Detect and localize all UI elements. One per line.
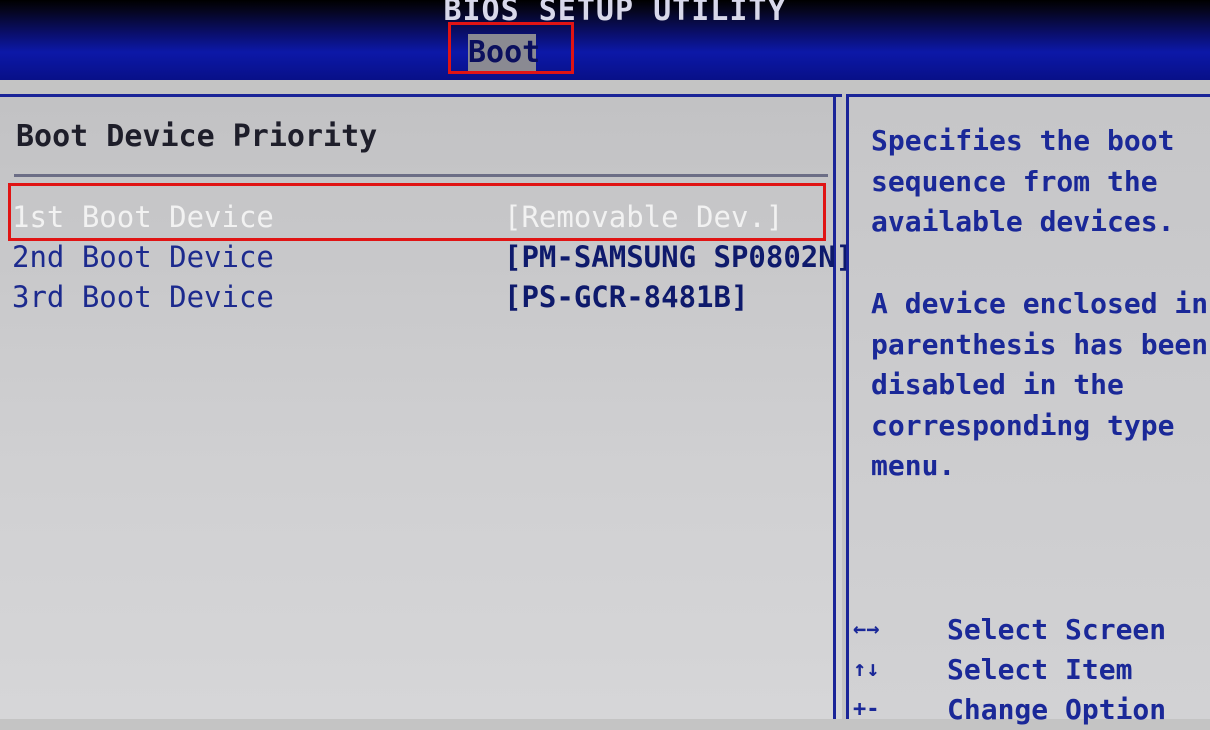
help-note: A device enclosed in parenthesis has bee… xyxy=(871,287,1209,482)
boot-device-label: 3rd Boot Device xyxy=(12,280,274,314)
boot-device-value[interactable]: [PM-SAMSUNG SP0802N] xyxy=(504,237,853,277)
key-hint-select-screen: ←→ Select Screen xyxy=(853,610,1209,650)
boot-device-value[interactable]: [PS-GCR-8481B] xyxy=(504,277,748,317)
help-description: Specifies the boot sequence from the ava… xyxy=(871,124,1175,238)
utility-title: BIOS SETUP UTILITY xyxy=(443,0,787,28)
key-hint-label: Select Item xyxy=(947,653,1133,686)
key-hint-select-item: ↑↓ Select Item xyxy=(853,650,1209,690)
boot-device-row-2[interactable]: 2nd Boot Device [PM-SAMSUNG SP0802N] xyxy=(12,237,853,277)
boot-device-label: 2nd Boot Device xyxy=(12,240,274,274)
help-panel: Specifies the boot sequence from the ava… xyxy=(846,94,1210,726)
up-down-arrows-icon: ↑↓ xyxy=(853,657,880,682)
boot-device-row-3[interactable]: 3rd Boot Device [PS-GCR-8481B] xyxy=(12,277,822,317)
section-title: Boot Device Priority xyxy=(16,119,378,154)
title-bar: BIOS SETUP UTILITY Boot xyxy=(0,0,1210,80)
left-right-arrows-icon: ←→ xyxy=(853,617,880,642)
plus-minus-icon: +- xyxy=(853,697,880,722)
key-hint-change-option: +- Change Option xyxy=(853,690,1209,730)
row-highlight-box xyxy=(8,183,826,241)
tab-highlight-box xyxy=(448,22,574,74)
boot-settings-panel: Boot Device Priority 1st Boot Device [Re… xyxy=(0,94,853,719)
key-hint-label: Select Screen xyxy=(947,613,1167,646)
key-hint-label: Change Option xyxy=(947,693,1167,726)
section-divider xyxy=(14,174,828,177)
